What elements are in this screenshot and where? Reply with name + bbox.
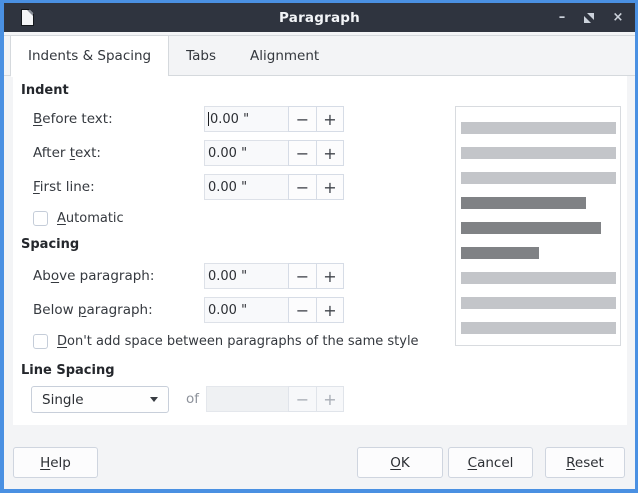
line-spacing-dropdown[interactable]: Single <box>31 386 169 413</box>
preview-line-bar <box>461 197 586 209</box>
before-text-spinbox: 0.00 " − + <box>204 106 344 132</box>
automatic-checkbox-row[interactable]: Automatic <box>33 210 124 226</box>
close-button[interactable]: × <box>611 3 625 32</box>
above-paragraph-label: Above paragraph: <box>33 263 154 289</box>
chevron-down-icon <box>150 397 158 402</box>
line-spacing-selected-value: Single <box>42 392 84 408</box>
below-paragraph-increment-button[interactable]: + <box>316 297 344 323</box>
above-paragraph-increment-button[interactable]: + <box>316 263 344 289</box>
spacing-section-heading: Spacing <box>21 237 79 252</box>
dont-add-space-checkbox[interactable] <box>33 334 48 349</box>
first-line-decrement-button[interactable]: − <box>288 174 316 200</box>
ok-button[interactable]: OK <box>357 447 443 478</box>
indent-section-heading: Indent <box>21 83 69 98</box>
line-spacing-section-heading: Line Spacing <box>21 363 115 378</box>
tabstrip: Indents & Spacing Tabs Alignment <box>10 36 336 76</box>
line-spacing-of-decrement-button: − <box>288 386 316 412</box>
below-paragraph-label: Below paragraph: <box>33 297 153 323</box>
automatic-label: Automatic <box>57 211 124 226</box>
window-title: Paragraph <box>4 10 635 26</box>
dont-add-space-checkbox-row[interactable]: Don't add space between paragraphs of th… <box>33 333 419 349</box>
first-line-label: First line: <box>33 174 95 200</box>
restore-icon <box>583 12 595 24</box>
indents-spacing-panel: Indent Before text: 0.00 " − + After tex… <box>13 76 627 425</box>
line-spacing-of-spinbox: − + <box>206 386 344 412</box>
before-text-input[interactable]: 0.00 " <box>204 106 288 132</box>
tab-tabs[interactable]: Tabs <box>169 36 233 76</box>
window-controls: – × <box>555 3 625 32</box>
above-paragraph-input[interactable]: 0.00 " <box>204 263 288 289</box>
restore-button[interactable] <box>583 11 597 24</box>
after-text-increment-button[interactable]: + <box>316 140 344 166</box>
below-paragraph-input[interactable]: 0.00 " <box>204 297 288 323</box>
preview-pane <box>455 106 621 346</box>
first-line-increment-button[interactable]: + <box>316 174 344 200</box>
help-button[interactable]: Help <box>13 447 98 478</box>
before-text-decrement-button[interactable]: − <box>288 106 316 132</box>
above-paragraph-decrement-button[interactable]: − <box>288 263 316 289</box>
tab-label: Alignment <box>250 48 319 64</box>
reset-button[interactable]: Reset <box>545 447 625 478</box>
tab-label: Indents & Spacing <box>28 48 151 64</box>
before-text-increment-button[interactable]: + <box>316 106 344 132</box>
preview-line-bar <box>461 147 616 159</box>
after-text-input[interactable]: 0.00 " <box>204 140 288 166</box>
paragraph-dialog: Paragraph – × Indents & Spacing Tabs Ali… <box>0 0 638 493</box>
below-paragraph-decrement-button[interactable]: − <box>288 297 316 323</box>
text-caret <box>208 112 209 126</box>
first-line-input[interactable]: 0.00 " <box>204 174 288 200</box>
after-text-decrement-button[interactable]: − <box>288 140 316 166</box>
after-text-label: After text: <box>33 140 101 166</box>
line-spacing-of-increment-button: + <box>316 386 344 412</box>
line-spacing-of-input <box>206 386 288 412</box>
preview-line-bar <box>461 222 601 234</box>
preview-line-bar <box>461 272 616 284</box>
preview-line-bar <box>461 322 616 334</box>
tab-alignment[interactable]: Alignment <box>233 36 336 76</box>
cancel-button[interactable]: Cancel <box>448 447 533 478</box>
before-text-label: Before text: <box>33 106 113 132</box>
above-paragraph-spinbox: 0.00 " − + <box>204 263 344 289</box>
automatic-checkbox[interactable] <box>33 211 48 226</box>
preview-line-bar <box>461 172 616 184</box>
preview-line-bar <box>461 297 616 309</box>
first-line-spinbox: 0.00 " − + <box>204 174 344 200</box>
minimize-button[interactable]: – <box>555 3 569 32</box>
dont-add-space-label: Don't add space between paragraphs of th… <box>57 334 419 349</box>
tab-indents-and-spacing[interactable]: Indents & Spacing <box>10 36 169 76</box>
tab-label: Tabs <box>186 48 216 64</box>
of-label: of <box>186 386 199 413</box>
after-text-spinbox: 0.00 " − + <box>204 140 344 166</box>
preview-line-bar <box>461 122 616 134</box>
below-paragraph-spinbox: 0.00 " − + <box>204 297 344 323</box>
preview-line-bar <box>461 247 539 259</box>
titlebar[interactable]: Paragraph – × <box>4 3 635 32</box>
